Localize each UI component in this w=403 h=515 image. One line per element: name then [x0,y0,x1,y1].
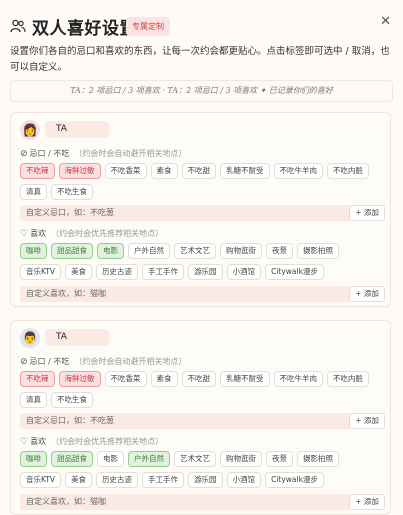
add-dislike-button[interactable]: + 添加 [349,413,385,429]
dislike-tag[interactable]: 不吃辣 [20,163,55,179]
like-tag[interactable]: 历史古迹 [96,264,139,280]
like-tags: 咖啡 甜品甜食 电影 户外自然 艺术文艺 购物逛街 夜景 摄影拍照音乐KTV 美食 历史古迹 手工手… [20,243,385,285]
dislike-section-label: ⊘ 忌口 / 不吃 （约会时会自动避开相关地点） [20,149,187,159]
like-tag[interactable]: 音乐KTV [20,472,62,488]
dislike-tag[interactable]: 乳糖不耐受 [220,371,270,387]
dislike-tag[interactable]: 不吃香菜 [104,163,147,179]
like-tag[interactable]: 游乐园 [188,472,223,488]
dislike-tags: 不吃辣 海鲜过敏 不吃香菜 素食 不吃甜 乳糖不耐受 不吃牛羊肉 不吃内脏清真 不吃生食 [20,371,385,413]
person-card-2: 👨 TA ⊘ 忌口 / 不吃 （约会时会自动避开相关地点） 不吃辣 海鲜过敏 不吃香菜素… [10,320,391,515]
like-tag[interactable]: 历史古迹 [96,472,139,488]
custom-dislike-input[interactable]: 自定义忌口，如：不吃葱 [20,205,352,221]
heart-icon: ♡ [20,437,29,447]
like-tag[interactable]: 小酒馆 [226,472,262,488]
name-input[interactable]: TA [45,121,109,138]
add-like-button[interactable]: + 添加 [349,286,385,302]
like-tag[interactable]: 电影 [97,243,124,259]
ban-icon: ⊘ [20,149,28,159]
heart-icon: ♡ [20,229,29,239]
like-tag[interactable]: 手工手作 [142,264,185,280]
dislike-tag[interactable]: 不吃甜 [181,163,216,179]
page-description: 设置你们各自的忌口和喜欢的东西，让每一次约会都更贴心。点击标签即可选中 / 取消… [10,46,390,73]
person-card-1: 👩 TA ⊘ 忌口 / 不吃 （约会时会自动避开相关地点） 不吃辣 海鲜过敏 不吃香菜素… [10,112,391,307]
dislike-tag[interactable]: 不吃内脏 [327,163,369,179]
like-tag[interactable]: 户外自然 [128,243,170,259]
header: 双人喜好设置 专属定制 ✕ [10,12,393,42]
like-tag[interactable]: 音乐KTV [20,264,62,280]
dislike-tag[interactable]: 素食 [150,163,178,179]
add-like-button[interactable]: + 添加 [349,494,385,510]
like-tag[interactable]: Citywalk漫步 [265,472,324,488]
custom-badge: 专属定制 [126,17,170,36]
dislike-tag[interactable]: 乳糖不耐受 [220,163,270,179]
like-tag[interactable]: Citywalk漫步 [265,264,324,280]
like-tag[interactable]: 游乐园 [188,264,223,280]
like-tag[interactable]: 甜品甜食 [51,243,93,259]
dislike-tag[interactable]: 不吃牛羊肉 [273,163,323,179]
like-tag[interactable]: 夜景 [266,243,293,259]
dislike-tag[interactable]: 不吃生食 [51,392,93,408]
ban-icon: ⊘ [20,357,28,367]
like-tag[interactable]: 咖啡 [20,243,47,259]
page-title: 双人喜好设置 [32,19,137,39]
like-tag[interactable]: 户外自然 [128,451,170,467]
like-tag[interactable]: 夜景 [266,451,293,467]
dislike-tag[interactable]: 海鲜过敏 [58,163,101,179]
dislike-tag[interactable]: 清真 [20,184,47,200]
avatar[interactable]: 👨 [20,328,40,348]
dislike-tags: 不吃辣 海鲜过敏 不吃香菜 素食 不吃甜 乳糖不耐受 不吃牛羊肉 不吃内脏清真 不吃生食 [20,163,385,205]
like-tag[interactable]: 美食 [65,472,93,488]
close-icon[interactable]: ✕ [380,14,391,29]
like-tags: 咖啡 甜品甜食 电影 户外自然 艺术文艺 购物逛街 夜景 摄影拍照音乐KTV 美食 历史古迹 手工手… [20,451,385,493]
add-dislike-button[interactable]: + 添加 [349,205,385,221]
avatar[interactable]: 👩 [20,120,40,140]
custom-dislike-input[interactable]: 自定义忌口，如：不吃葱 [20,413,352,429]
like-tag[interactable]: 甜品甜食 [51,451,93,467]
like-section-label: ♡ 喜欢 （约会时会优先推荐相关地点） [20,229,164,239]
dislike-tag[interactable]: 海鲜过敏 [58,371,101,387]
name-input[interactable]: TA [45,329,109,346]
like-tag[interactable]: 购物逛街 [220,243,262,259]
couple-icon [10,19,26,33]
like-tag[interactable]: 手工手作 [142,472,185,488]
dislike-tag[interactable]: 不吃香菜 [104,371,147,387]
dislike-tag[interactable]: 不吃内脏 [327,371,369,387]
like-tag[interactable]: 小酒馆 [226,264,262,280]
custom-like-input[interactable]: 自定义喜欢，如：猫咖 [20,494,352,510]
dislike-tag[interactable]: 不吃牛羊肉 [273,371,323,387]
like-tag[interactable]: 艺术文艺 [174,451,216,467]
like-section-label: ♡ 喜欢 （约会时会优先推荐相关地点） [20,437,164,447]
like-tag[interactable]: 电影 [97,451,124,467]
dislike-tag[interactable]: 不吃甜 [181,371,216,387]
like-tag[interactable]: 购物逛街 [220,451,262,467]
custom-like-input[interactable]: 自定义喜欢，如：猫咖 [20,286,352,302]
like-tag[interactable]: 艺术文艺 [174,243,216,259]
dislike-section-label: ⊘ 忌口 / 不吃 （约会时会自动避开相关地点） [20,357,187,367]
like-tag[interactable]: 咖啡 [20,451,47,467]
like-tag[interactable]: 摄影拍照 [297,243,339,259]
summary-bar: TA：2 项忌口 / 3 项喜欢 · TA：2 项忌口 / 3 项喜欢 ✦ 已记… [10,80,393,102]
dislike-tag[interactable]: 不吃生食 [51,184,93,200]
dislike-tag[interactable]: 不吃辣 [20,371,55,387]
dislike-tag[interactable]: 素食 [150,371,178,387]
dislike-tag[interactable]: 清真 [20,392,47,408]
like-tag[interactable]: 美食 [65,264,93,280]
like-tag[interactable]: 摄影拍照 [297,451,339,467]
